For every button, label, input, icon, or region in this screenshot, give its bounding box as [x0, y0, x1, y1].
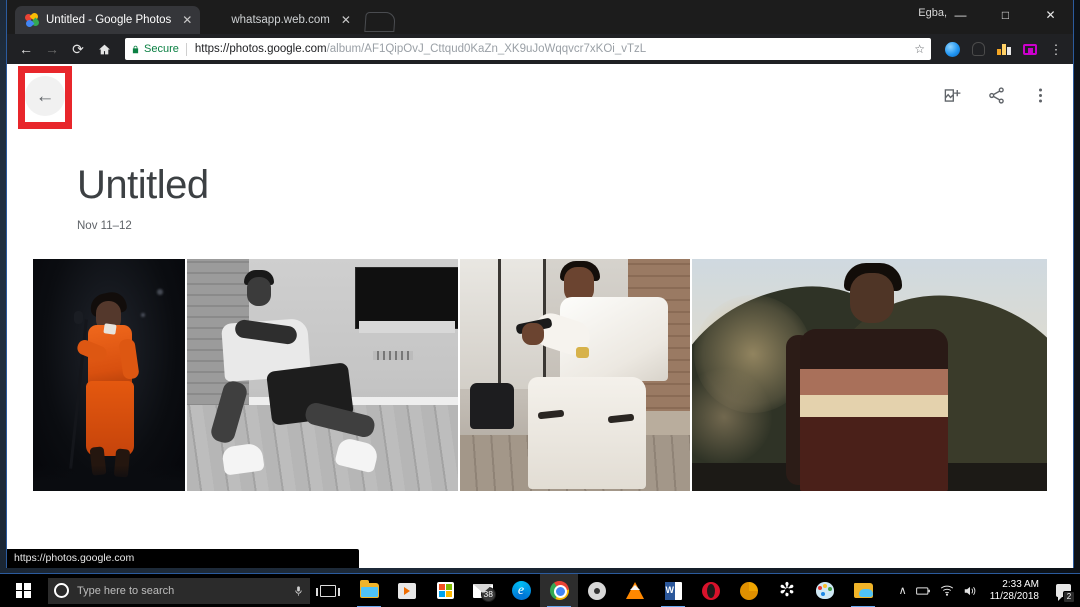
album-title[interactable]: Untitled: [77, 164, 1073, 206]
generic-page-icon: [210, 13, 224, 27]
tab-strip: Untitled - Google Photos ✕ whatsapp.web.…: [15, 6, 396, 34]
close-window-button[interactable]: ✕: [1028, 0, 1073, 30]
notification-count: 2: [1063, 590, 1075, 603]
album-header: Untitled Nov 11–12: [7, 128, 1073, 232]
page-viewport: ← Untitled Nov 11–12 https://photos.goog…: [7, 64, 1073, 568]
more-options-icon[interactable]: [1025, 80, 1055, 110]
show-hidden-icons-icon[interactable]: ∧: [899, 584, 907, 597]
taskbar-app-microsoft-store[interactable]: [426, 574, 464, 607]
taskbar-app-disc-utility[interactable]: [578, 574, 616, 607]
taskbar-app-microsoft-word[interactable]: [654, 574, 692, 607]
bookmark-star-icon[interactable]: ☆: [906, 42, 925, 56]
taskbar-app-paint[interactable]: [806, 574, 844, 607]
cortana-icon: [54, 583, 69, 598]
minimize-button[interactable]: —: [938, 0, 983, 30]
photo-thumbnail[interactable]: [459, 259, 691, 491]
taskbar-app-microsoft-edge[interactable]: [502, 574, 540, 607]
new-tab-button[interactable]: [364, 12, 396, 32]
link-status-bar: https://photos.google.com: [7, 549, 359, 568]
photos-app-header: ←: [7, 64, 1073, 129]
windows-logo-icon: [15, 583, 31, 598]
url-path: /album/AF1QipOvJ_Cttqud0KaZn_XK9uJoWqqvc…: [326, 43, 647, 55]
taskbar-app-onedrive-folder[interactable]: [844, 574, 882, 607]
clock-date: 11/28/2018: [989, 590, 1039, 602]
tab-whatsapp[interactable]: whatsapp.web.com ✕: [200, 6, 359, 34]
back-nav-icon[interactable]: ←: [13, 36, 39, 62]
taskbar-app-file-explorer[interactable]: [350, 574, 388, 607]
browser-title-bar: Untitled - Google Photos ✕ whatsapp.web.…: [7, 0, 1073, 34]
battery-icon[interactable]: [915, 586, 931, 596]
album-actions: [937, 80, 1055, 110]
close-tab-icon[interactable]: ✕: [182, 13, 192, 27]
taskbar-app-clock[interactable]: [730, 574, 768, 607]
taskbar-app-google-chrome[interactable]: [540, 573, 578, 607]
taskbar-apps: 38: [350, 573, 882, 607]
taskbar-app-opera-browser[interactable]: [692, 574, 730, 607]
reload-icon[interactable]: ⟳: [65, 36, 91, 62]
taskbar-app-settings[interactable]: [768, 574, 806, 607]
screen: Untitled - Google Photos ✕ whatsapp.web.…: [0, 0, 1080, 607]
mail-badge: 38: [480, 586, 496, 602]
ghost-extension-icon[interactable]: [967, 38, 989, 60]
google-photos-icon: [23, 11, 41, 29]
share-icon[interactable]: [981, 80, 1011, 110]
window-controls: — □ ✕: [938, 0, 1073, 30]
lock-icon: [131, 44, 140, 55]
taskbar-app-mail[interactable]: 38: [464, 574, 502, 607]
photo-grid: [33, 259, 1048, 491]
chrome-menu-icon[interactable]: ⋮: [1045, 38, 1067, 60]
clock[interactable]: 2:33 AM 11/28/2018: [986, 579, 1043, 603]
notification-center-icon[interactable]: 2: [1052, 580, 1075, 603]
security-label: Secure: [144, 43, 179, 55]
photo-thumbnail[interactable]: [187, 259, 458, 491]
album-date-range: Nov 11–12: [77, 220, 132, 232]
taskbar-app-media-player[interactable]: [388, 574, 426, 607]
chrome-browser-window: Untitled - Google Photos ✕ whatsapp.web.…: [6, 0, 1074, 568]
photo-thumbnail[interactable]: [33, 259, 186, 491]
add-photos-icon[interactable]: [937, 80, 967, 110]
url-domain: https://photos.google.com: [194, 43, 327, 55]
profile-avatar-icon[interactable]: [941, 38, 963, 60]
tab-google-photos[interactable]: Untitled - Google Photos ✕: [15, 6, 201, 34]
address-bar[interactable]: Secure https://photos.google.com/album/A…: [125, 38, 931, 60]
address-divider: [185, 42, 187, 56]
forward-nav-icon: →: [45, 41, 59, 57]
taskbar-app-vlc-media-player[interactable]: [616, 574, 654, 607]
system-tray: ∧ 2:33 AM 11/28/2018 2: [899, 574, 1080, 607]
search-input[interactable]: Type here to search: [48, 577, 310, 604]
tab-title: Untitled - Google Photos: [46, 14, 172, 26]
microphone-icon[interactable]: [293, 584, 304, 598]
home-icon[interactable]: [91, 36, 117, 62]
clock-time: 2:33 AM: [1002, 578, 1039, 590]
browser-toolbar: ← → ⟳ Secure https://photos.google.com/a…: [7, 34, 1073, 64]
windows-taskbar: Type here to search 38 ∧: [0, 573, 1080, 607]
task-view-icon[interactable]: [310, 574, 346, 607]
url-text: https://photos.google.com/album/AF1QipOv…: [195, 43, 646, 55]
wifi-icon[interactable]: [940, 585, 954, 596]
close-tab-icon[interactable]: ✕: [341, 13, 351, 27]
start-button[interactable]: [0, 574, 46, 607]
tv-extension-icon[interactable]: [1019, 38, 1041, 60]
volume-icon[interactable]: [963, 585, 977, 597]
album-back-button[interactable]: ←: [25, 76, 65, 116]
search-placeholder: Type here to search: [77, 584, 175, 597]
tab-title: whatsapp.web.com: [231, 14, 330, 26]
maximize-button[interactable]: □: [983, 0, 1028, 30]
bar-chart-extension-icon[interactable]: [993, 38, 1015, 60]
photo-thumbnail[interactable]: [692, 259, 1048, 491]
